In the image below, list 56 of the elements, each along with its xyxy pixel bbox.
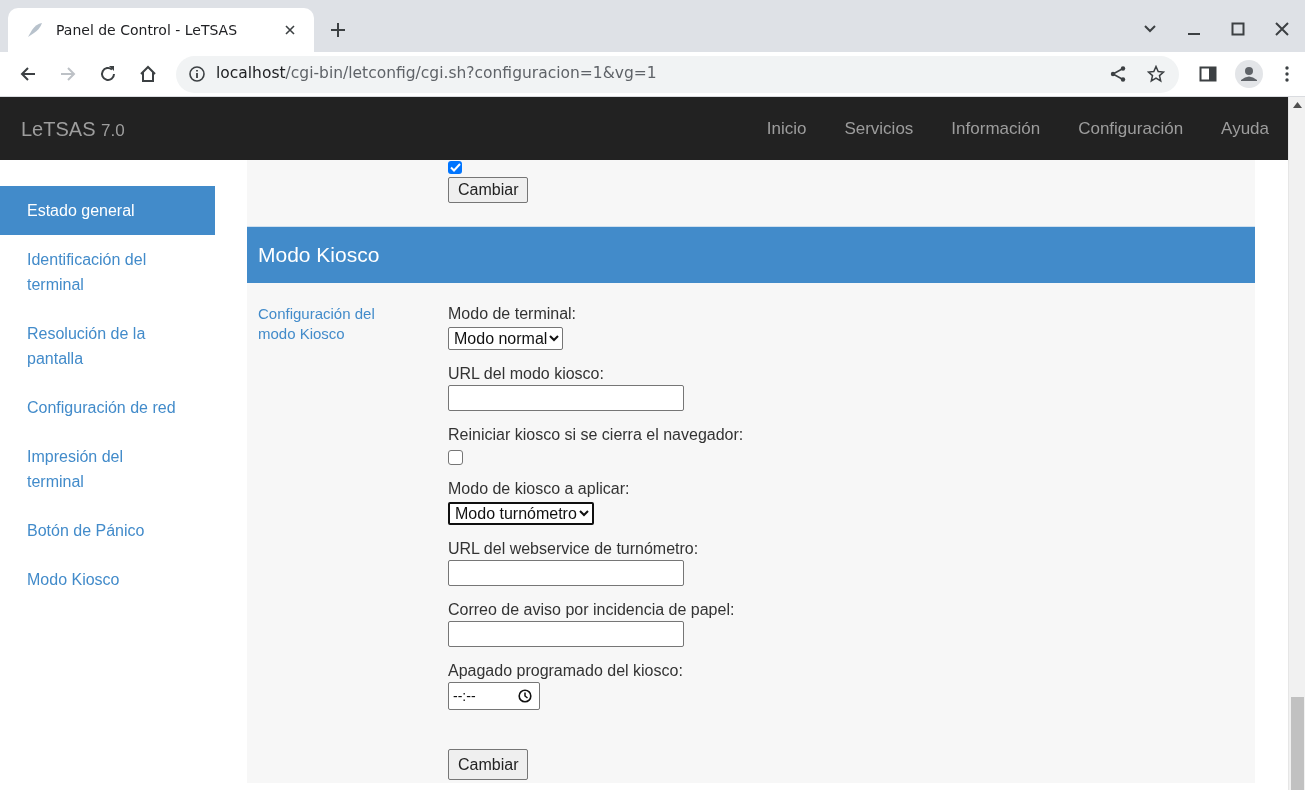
scroll-up-icon[interactable]	[1292, 102, 1302, 108]
maximize-icon[interactable]	[1231, 22, 1245, 36]
time-field[interactable]: --:--	[448, 682, 540, 710]
input-field[interactable]	[448, 560, 684, 586]
sidebar-item[interactable]: Impresión del terminal	[0, 432, 215, 506]
close-icon[interactable]	[284, 24, 296, 36]
sidebar-item[interactable]: Resolución de la pantalla	[0, 309, 215, 383]
home-icon[interactable]	[138, 64, 158, 84]
address-bar[interactable]: localhost/cgi-bin/letconfig/cgi.sh?configuracion=1&vg=1	[176, 55, 1179, 93]
field-label: URL del modo kiosco:	[448, 364, 604, 383]
share-icon[interactable]	[1109, 65, 1127, 83]
url-text: localhost/cgi-bin/letconfig/cgi.sh?configuracion=1&vg=1	[216, 63, 657, 85]
tab-list-icon[interactable]	[1143, 24, 1157, 34]
profile-icon[interactable]	[1235, 60, 1263, 88]
field-label: URL del webservice de turnómetro:	[448, 539, 699, 558]
section-title: Modo Kiosco	[258, 242, 380, 269]
side-panel-icon[interactable]	[1199, 65, 1217, 83]
sidebar-item[interactable]: Configuración de red	[0, 383, 215, 432]
feather-icon	[26, 21, 44, 39]
scrollbar-thumb[interactable]	[1290, 697, 1304, 790]
input-field[interactable]	[448, 385, 684, 411]
reload-icon[interactable]	[98, 64, 118, 84]
dropdown[interactable]: Modo turnómetro	[448, 502, 594, 525]
info-icon[interactable]	[188, 65, 206, 83]
browser-tab[interactable]: Panel de Control - LeTSAS	[8, 8, 314, 52]
dropdown[interactable]: Modo normal	[448, 327, 564, 350]
section-label: Configuración del modo Kiosco	[257, 304, 376, 344]
field-label: Apagado programado del kiosco:	[448, 661, 683, 680]
nav-link[interactable]: Inicio	[766, 115, 807, 142]
nav-link[interactable]: Servicios	[844, 115, 914, 142]
field-label: Correo de aviso por incidencia de papel:	[448, 600, 735, 619]
chevron-down-icon[interactable]	[549, 335, 560, 342]
checkbox[interactable]	[448, 450, 463, 465]
nav-link[interactable]: Configuración	[1078, 115, 1184, 142]
input-field[interactable]	[448, 621, 684, 647]
change-button[interactable]: Cambiar	[448, 177, 529, 203]
nav-link[interactable]: Información	[951, 115, 1041, 142]
field-label: Reiniciar kiosco si se cierra el navegador:	[448, 425, 744, 444]
sidebar-item[interactable]: Botón de Pánico	[0, 506, 215, 555]
scrollbar[interactable]	[1288, 97, 1305, 790]
clock-icon[interactable]	[518, 689, 532, 703]
field-label: Modo de terminal:	[448, 304, 577, 323]
brand-logo[interactable]: LeTSAS 7.0	[21, 113, 125, 144]
field-label: Modo de kiosco a aplicar:	[448, 479, 630, 498]
sidebar-item[interactable]: Identificación del terminal	[0, 235, 215, 309]
tab-title: Panel de Control - LeTSAS	[56, 20, 239, 40]
star-icon[interactable]	[1147, 65, 1165, 83]
change-button[interactable]: Cambiar	[448, 749, 529, 780]
sidebar-item[interactable]: Estado general	[0, 186, 215, 235]
nav-link[interactable]: Ayuda	[1221, 115, 1269, 142]
new-tab-icon[interactable]	[330, 22, 346, 38]
chevron-down-icon[interactable]	[578, 510, 589, 517]
menu-icon[interactable]	[1285, 66, 1289, 82]
close-window-icon[interactable]	[1275, 22, 1289, 36]
checkbox[interactable]	[448, 161, 462, 174]
sidebar-item[interactable]: Modo Kiosco	[0, 555, 215, 604]
